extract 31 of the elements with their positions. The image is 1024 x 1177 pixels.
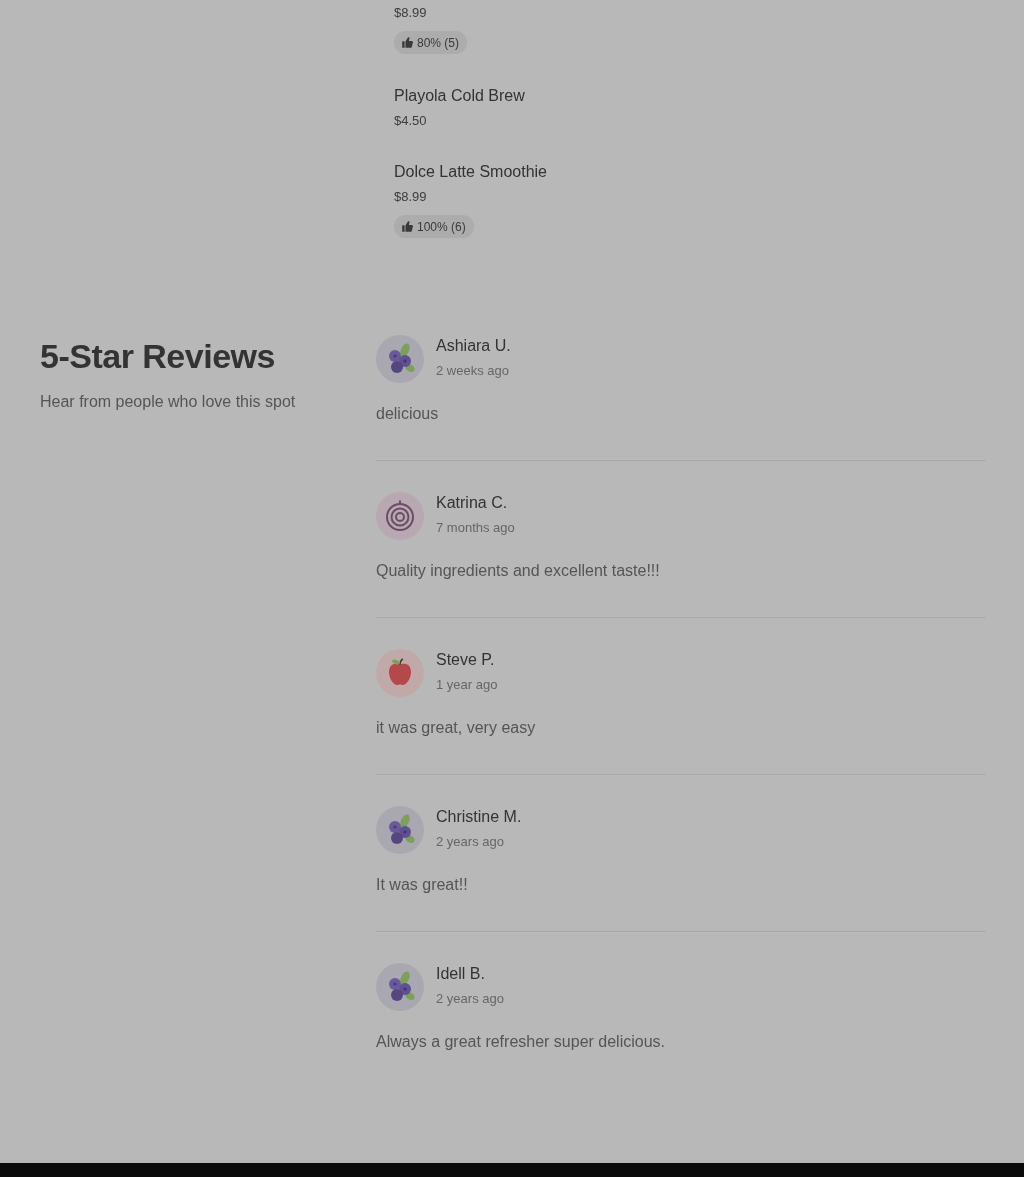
reviewer-name: Ashiara U. [436,336,511,356]
blueberries-icon [376,806,424,854]
item-price: $8.99 [394,4,427,22]
review-text: it was great, very easy [376,718,537,738]
reviewer-name: Steve P. [436,650,495,670]
review-date: 2 weeks ago [436,362,509,380]
blueberries-icon [376,963,424,1011]
onion-icon [376,492,424,540]
thumbs-up-icon [402,221,413,232]
review-text: It was great!! [376,875,469,895]
item-price: $4.50 [394,112,427,130]
item-price: $8.99 [394,188,427,206]
review-date: 2 years ago [436,990,504,1008]
review-date: 2 years ago [436,833,504,851]
review-date: 7 months ago [436,519,515,537]
item-name[interactable]: Playola Cold Brew [394,85,525,107]
item-name[interactable]: Dolce Latte Smoothie [394,161,547,183]
section-title: 5-Star Reviews [40,336,275,376]
blueberries-icon [376,335,424,383]
apple-icon [376,649,424,697]
reviewer-name: Idell B. [436,964,485,984]
thumbs-up-icon [402,37,413,48]
reviewer-name: Katrina C. [436,493,508,513]
review-text: delicious [376,404,440,424]
reviewer-name: Christine M. [436,807,522,827]
rating-text: 100% (6) [417,218,466,235]
rating-text: 80% (5) [417,34,460,51]
review-date: 1 year ago [436,676,498,694]
section-subtitle: Hear from people who love this spot [40,392,296,412]
review-text: Always a great refresher super delicious. [376,1032,667,1052]
review-text: Quality ingredients and excellent taste!!! [376,561,661,581]
